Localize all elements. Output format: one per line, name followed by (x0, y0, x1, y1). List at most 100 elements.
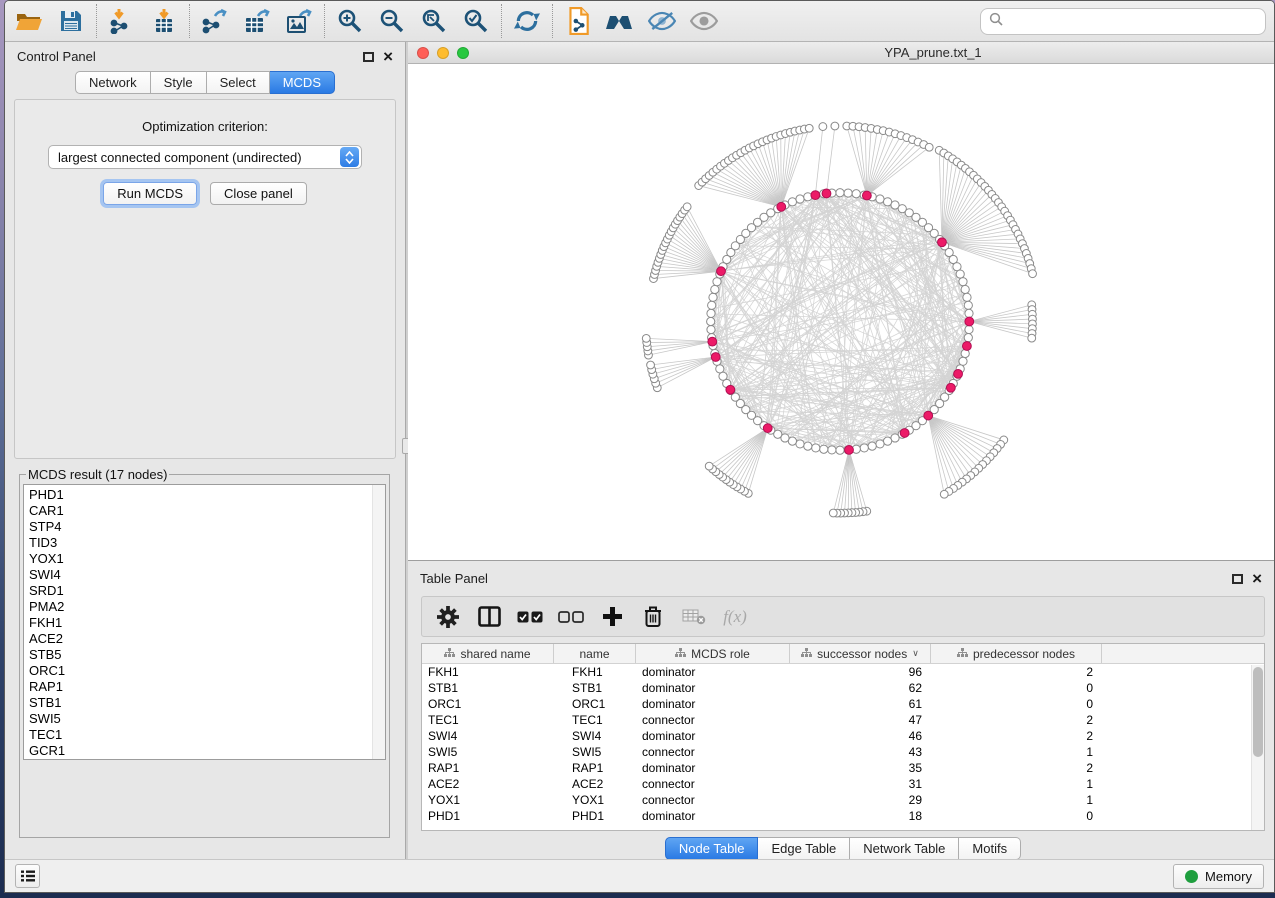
table-cell[interactable]: 46 (790, 728, 931, 744)
network-canvas[interactable] (408, 64, 1274, 560)
select-all-icon[interactable] (517, 604, 543, 630)
mcds-result-item[interactable]: SWI5 (29, 711, 385, 727)
open-session-icon[interactable] (13, 5, 45, 37)
table-row[interactable]: TEC1TEC1connector472 (422, 712, 1264, 728)
mcds-result-item[interactable]: FKH1 (29, 615, 385, 631)
table-cell[interactable]: SWI5 (554, 744, 636, 760)
column-header-mcds-role[interactable]: MCDS role (636, 644, 790, 663)
mcds-result-item[interactable]: YOX1 (29, 551, 385, 567)
mcds-hub-node[interactable] (711, 353, 720, 362)
show-panels-list-icon[interactable] (15, 864, 40, 888)
network-titlebar[interactable]: YPA_prune.txt_1 (408, 42, 1274, 64)
table-cell[interactable]: ACE2 (422, 776, 554, 792)
table-cell[interactable]: 47 (790, 712, 931, 728)
table-cell[interactable]: 18 (790, 808, 931, 824)
table-cell[interactable]: PHD1 (554, 808, 636, 824)
table-tab-motifs[interactable]: Motifs (959, 837, 1021, 860)
memory-button[interactable]: Memory (1173, 864, 1264, 889)
table-row[interactable]: SWI5SWI5connector431 (422, 744, 1264, 760)
mcds-result-item[interactable]: ACE2 (29, 631, 385, 647)
table-cell[interactable]: TEC1 (422, 712, 554, 728)
clone-network-icon[interactable] (562, 5, 594, 37)
delete-table-icon[interactable] (681, 604, 707, 630)
table-row[interactable]: RAP1RAP1dominator352 (422, 760, 1264, 776)
zoom-out-icon[interactable] (376, 5, 408, 37)
mcds-hub-node[interactable] (954, 369, 963, 378)
table-cell[interactable]: TEC1 (554, 712, 636, 728)
minimize-window-icon[interactable] (437, 47, 449, 59)
mcds-hub-node[interactable] (763, 424, 772, 433)
table-cell[interactable]: connector (636, 744, 790, 760)
table-cell[interactable]: 96 (790, 664, 931, 680)
mcds-hub-node[interactable] (811, 191, 820, 200)
table-cell[interactable]: STB1 (422, 680, 554, 696)
table-cell[interactable]: YOX1 (422, 792, 554, 808)
table-cell[interactable]: RAP1 (422, 760, 554, 776)
mcds-result-item[interactable]: SRD1 (29, 583, 385, 599)
tab-style[interactable]: Style (151, 71, 207, 94)
column-header-shared-name[interactable]: shared name (422, 644, 554, 663)
refresh-icon[interactable] (511, 5, 543, 37)
mcds-hub-node[interactable] (708, 337, 717, 346)
settings-gear-icon[interactable] (435, 604, 461, 630)
mcds-hub-node[interactable] (777, 202, 786, 211)
export-table-icon[interactable] (241, 5, 273, 37)
mcds-result-item[interactable]: PHD1 (29, 487, 385, 503)
table-cell[interactable]: ACE2 (554, 776, 636, 792)
table-cell[interactable]: FKH1 (422, 664, 554, 680)
table-row[interactable]: ORC1ORC1dominator610 (422, 696, 1264, 712)
zoom-window-icon[interactable] (457, 47, 469, 59)
mcds-list-scrollbar[interactable] (372, 485, 385, 759)
mcds-hub-node[interactable] (924, 411, 933, 420)
zoom-in-icon[interactable] (334, 5, 366, 37)
float-panel-icon[interactable] (363, 52, 374, 62)
table-cell[interactable]: 43 (790, 744, 931, 760)
close-panel-icon[interactable]: × (383, 52, 393, 62)
table-cell[interactable]: SWI4 (554, 728, 636, 744)
table-cell[interactable]: SWI4 (422, 728, 554, 744)
mcds-result-item[interactable]: STP4 (29, 519, 385, 535)
column-header-successor-nodes[interactable]: successor nodes∨ (790, 644, 931, 663)
mcds-result-item[interactable]: TID3 (29, 535, 385, 551)
table-cell[interactable]: 0 (931, 696, 1102, 712)
table-row[interactable]: FKH1FKH1dominator962 (422, 664, 1264, 680)
save-session-icon[interactable] (55, 5, 87, 37)
column-header-name[interactable]: name (554, 644, 636, 663)
mcds-hub-node[interactable] (862, 191, 871, 200)
table-cell[interactable]: 2 (931, 728, 1102, 744)
table-cell[interactable]: dominator (636, 696, 790, 712)
zoom-fit-icon[interactable] (418, 5, 450, 37)
hide-graphics-details-eye-icon[interactable] (646, 5, 678, 37)
table-cell[interactable]: 1 (931, 792, 1102, 808)
table-cell[interactable]: 1 (931, 744, 1102, 760)
table-cell[interactable]: dominator (636, 760, 790, 776)
table-scrollbar[interactable] (1251, 665, 1264, 830)
table-cell[interactable]: connector (636, 792, 790, 808)
table-row[interactable]: STB1STB1dominator620 (422, 680, 1264, 696)
table-cell[interactable]: 2 (931, 712, 1102, 728)
table-cell[interactable]: dominator (636, 664, 790, 680)
mcds-hub-node[interactable] (900, 429, 909, 438)
mcds-result-item[interactable]: GCR1 (29, 743, 385, 759)
table-cell[interactable]: connector (636, 712, 790, 728)
network-graph[interactable] (408, 64, 1274, 560)
table-cell[interactable]: FKH1 (554, 664, 636, 680)
mcds-result-item[interactable]: STB5 (29, 647, 385, 663)
deselect-all-icon[interactable] (558, 604, 584, 630)
close-window-icon[interactable] (417, 47, 429, 59)
table-cell[interactable]: 0 (931, 680, 1102, 696)
mcds-result-item[interactable]: CAR1 (29, 503, 385, 519)
table-cell[interactable]: 2 (931, 760, 1102, 776)
table-row[interactable]: ACE2ACE2connector311 (422, 776, 1264, 792)
table-cell[interactable]: connector (636, 776, 790, 792)
table-tab-network-table[interactable]: Network Table (850, 837, 959, 860)
criterion-select[interactable]: largest connected component (undirected) (48, 145, 362, 169)
float-panel-icon[interactable] (1232, 574, 1243, 584)
zoom-selected-icon[interactable] (460, 5, 492, 37)
table-cell[interactable]: STB1 (554, 680, 636, 696)
export-image-icon[interactable] (283, 5, 315, 37)
mcds-result-item[interactable]: STB1 (29, 695, 385, 711)
mcds-hub-node[interactable] (962, 342, 971, 351)
table-cell[interactable]: YOX1 (554, 792, 636, 808)
table-cell[interactable]: ORC1 (554, 696, 636, 712)
